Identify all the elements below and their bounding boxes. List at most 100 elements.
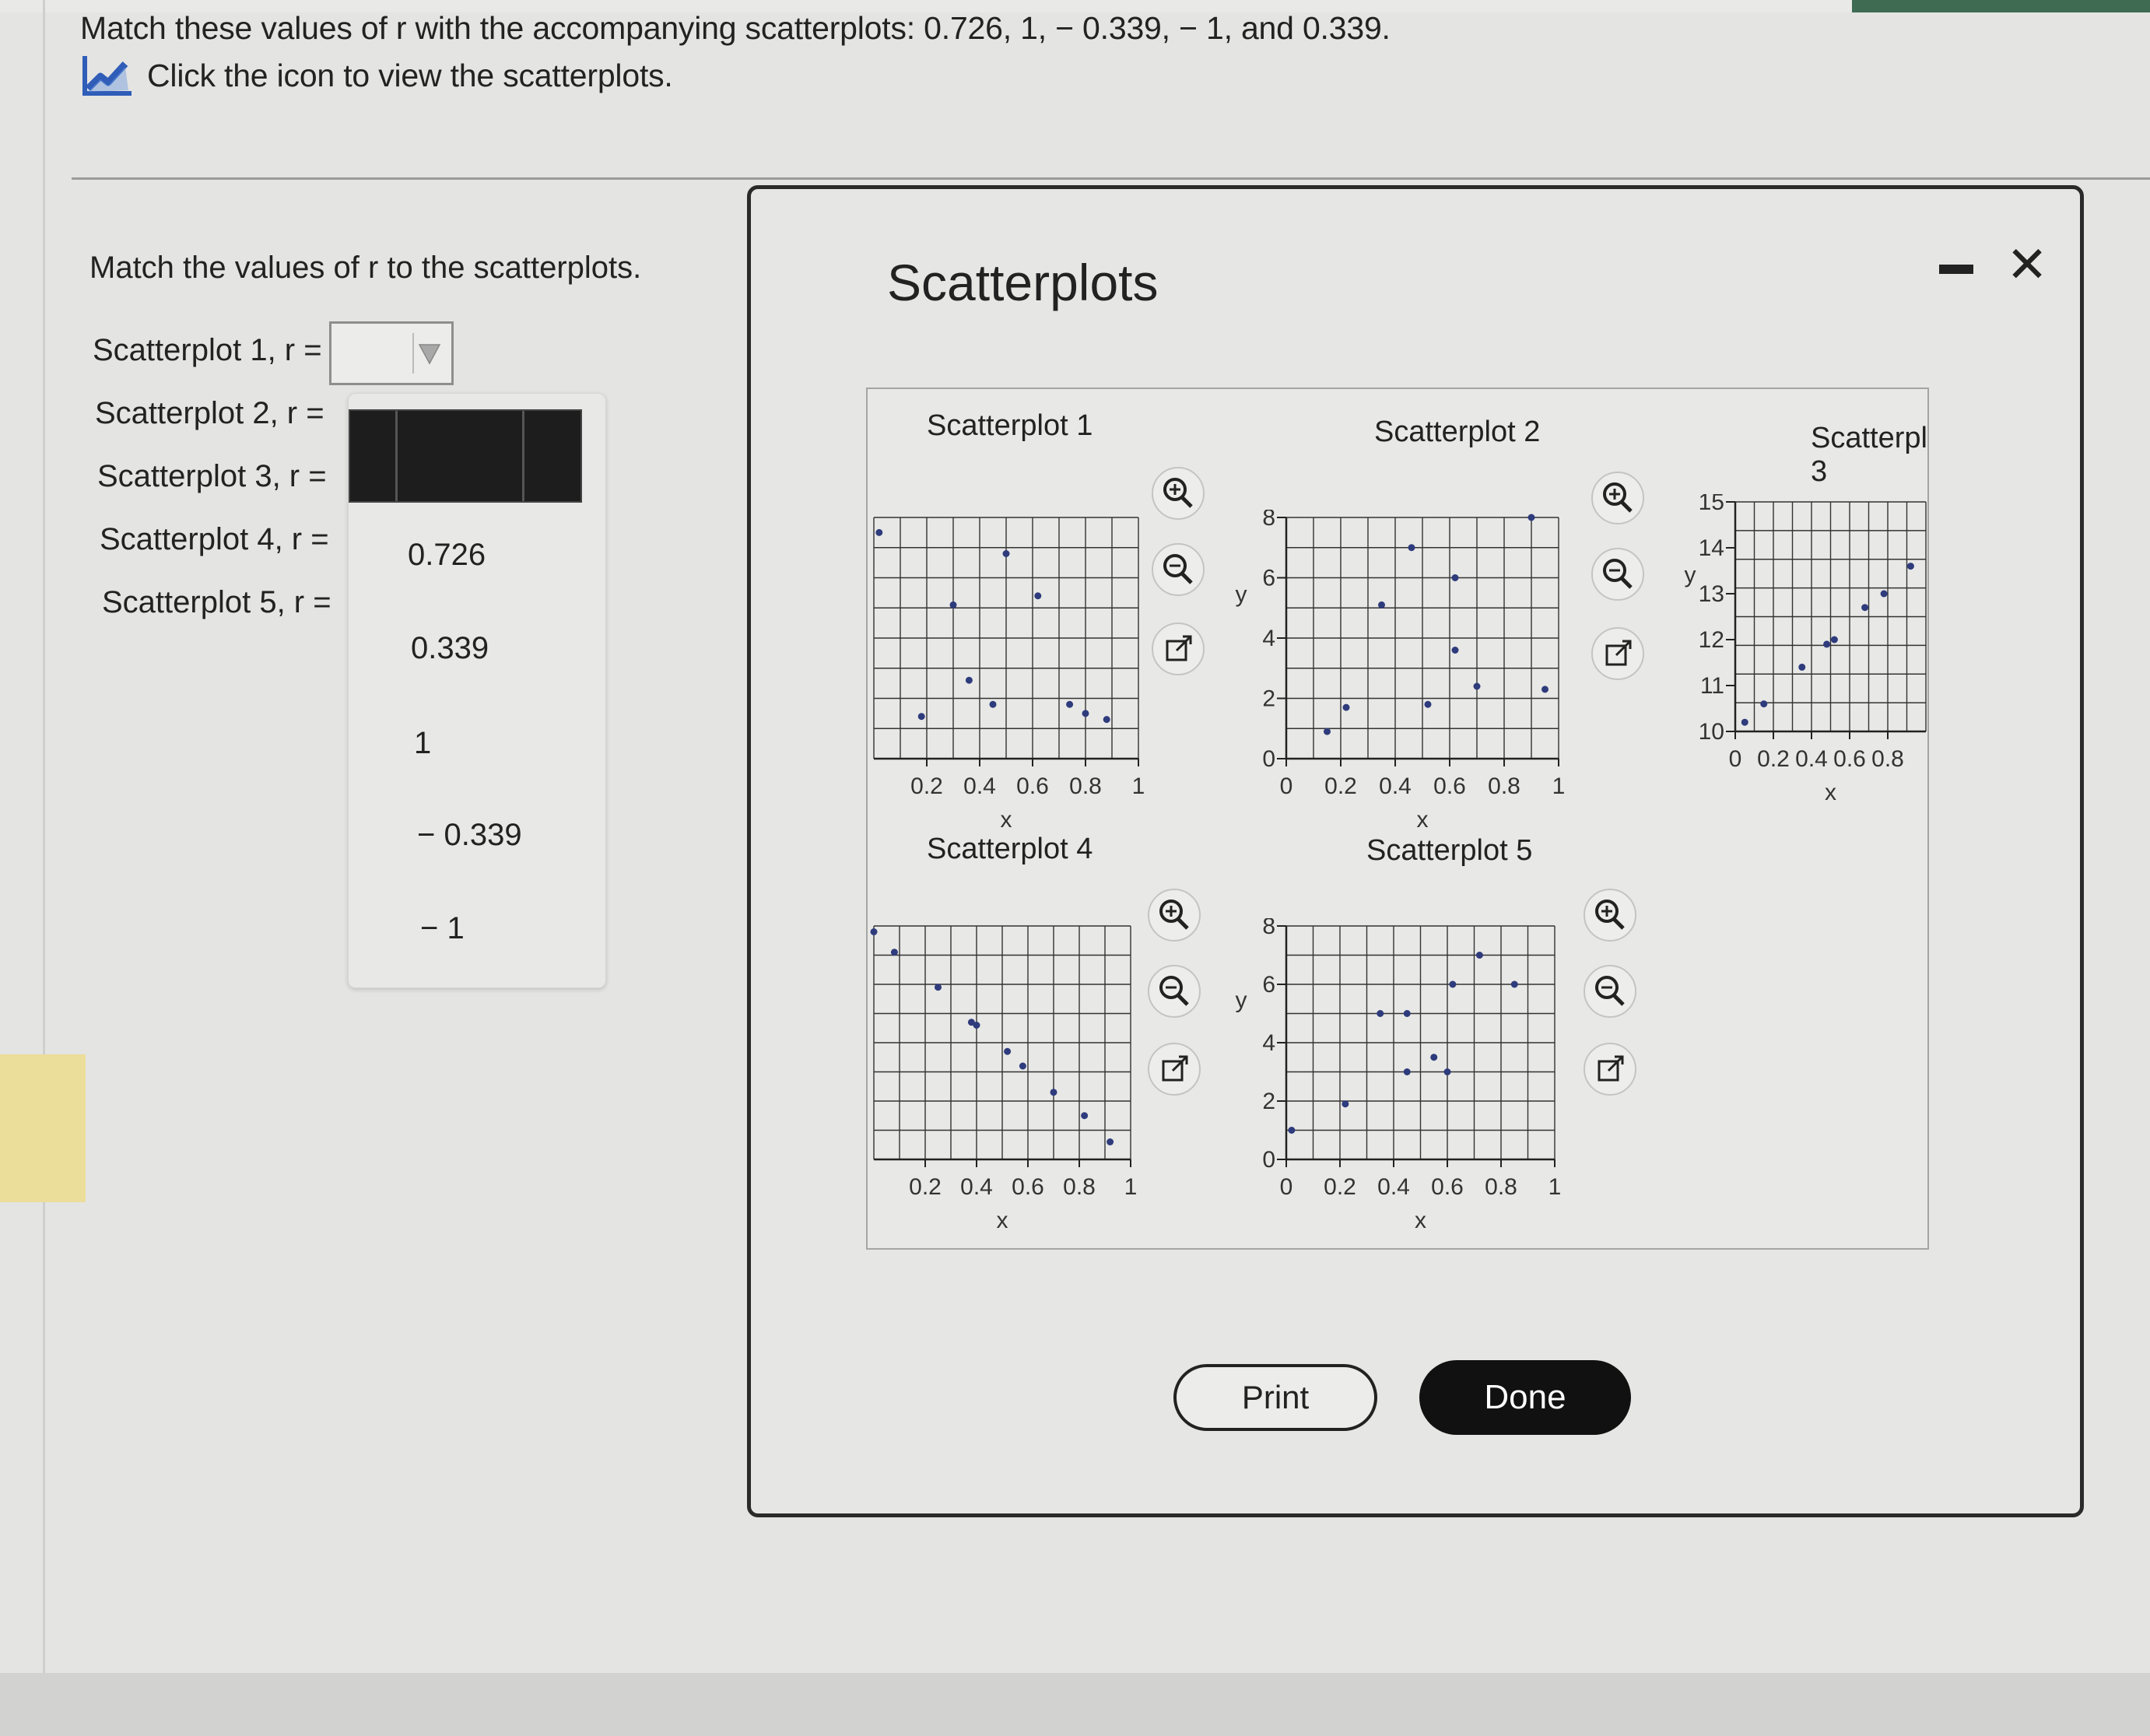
y-tick-label: 4 bbox=[1262, 626, 1275, 651]
row-label-5: Scatterplot 5, r = bbox=[102, 585, 331, 619]
scatterplot-link[interactable]: Click the icon to view the scatterplots. bbox=[80, 53, 1391, 98]
data-point bbox=[1741, 718, 1748, 726]
zoom-out-icon[interactable] bbox=[1146, 963, 1202, 1019]
menu-option-1[interactable]: 1 bbox=[414, 726, 431, 761]
x-tick-label: 0.8 bbox=[1485, 1174, 1517, 1200]
y-tick-label: 6 bbox=[1262, 566, 1275, 591]
zoom-in-icon[interactable] bbox=[1146, 887, 1202, 943]
x-tick-label: 0.2 bbox=[1757, 746, 1790, 772]
question-prompt: Match these values of r with the accompa… bbox=[80, 10, 1391, 46]
x-tick-label: 0.4 bbox=[963, 773, 996, 799]
data-point bbox=[1760, 700, 1768, 708]
left-rule bbox=[43, 0, 45, 1736]
minimize-icon[interactable] bbox=[1939, 265, 1973, 274]
menu-option-0726[interactable]: 0.726 bbox=[408, 538, 486, 573]
zoom-in-icon[interactable] bbox=[1582, 887, 1638, 943]
chart-link-icon[interactable] bbox=[80, 53, 135, 98]
popout-icon[interactable] bbox=[1150, 621, 1206, 677]
x-axis-label: x bbox=[1825, 780, 1836, 805]
data-point bbox=[965, 676, 973, 684]
x-tick-label: 0.8 bbox=[1069, 773, 1102, 799]
scatterplot-1-dropdown[interactable] bbox=[329, 321, 454, 385]
x-tick-label: 0.4 bbox=[1377, 1174, 1410, 1200]
y-tick-label: 11 bbox=[1700, 673, 1724, 699]
x-tick-label: 0.4 bbox=[1795, 746, 1828, 772]
x-axis-label: x bbox=[997, 1208, 1008, 1229]
menu-option-neg-0339[interactable]: − 0.339 bbox=[417, 818, 522, 853]
y-axis-label: y bbox=[1236, 582, 1247, 608]
zoom-in-icon[interactable] bbox=[1590, 470, 1646, 526]
data-point bbox=[1510, 980, 1518, 988]
data-point bbox=[1378, 601, 1385, 608]
row-label-4: Scatterplot 4, r = bbox=[100, 522, 329, 556]
popout-icon[interactable] bbox=[1146, 1041, 1202, 1097]
data-point bbox=[1403, 1068, 1411, 1075]
data-point bbox=[1798, 663, 1806, 671]
data-point bbox=[870, 928, 878, 935]
data-point bbox=[1541, 686, 1548, 693]
data-point bbox=[1288, 1127, 1296, 1134]
data-point bbox=[1342, 703, 1350, 711]
y-tick-label: 0 bbox=[1262, 746, 1275, 772]
x-tick-label: 0.2 bbox=[910, 773, 943, 799]
y-tick-label: 4 bbox=[1262, 1030, 1275, 1056]
y-tick-label: 13 bbox=[1699, 581, 1724, 607]
data-point bbox=[1475, 952, 1483, 959]
data-point bbox=[1830, 636, 1838, 644]
data-point bbox=[1002, 550, 1010, 557]
zoom-in-icon[interactable] bbox=[1150, 465, 1206, 521]
data-point bbox=[1034, 592, 1042, 600]
print-button[interactable]: Print bbox=[1173, 1364, 1377, 1431]
menu-option-0339[interactable]: 0.339 bbox=[411, 631, 489, 666]
data-point bbox=[935, 984, 942, 991]
row-label-1: Scatterplot 1, r = bbox=[93, 333, 322, 367]
y-tick-label: 15 bbox=[1699, 494, 1724, 515]
popout-icon[interactable] bbox=[1582, 1041, 1638, 1097]
x-axis-label: x bbox=[1415, 1208, 1426, 1229]
done-button[interactable]: Done bbox=[1419, 1360, 1631, 1435]
plot-grid bbox=[1734, 501, 1927, 732]
zoom-out-icon[interactable] bbox=[1590, 546, 1646, 602]
scatterplot-3: 0 0.2 0.4 0.6 0.8 x 10 11 12 13 14 15 y bbox=[1685, 494, 1927, 805]
zoom-out-icon[interactable] bbox=[1150, 542, 1206, 598]
plot-grid bbox=[1285, 925, 1556, 1160]
data-point bbox=[1443, 1068, 1451, 1075]
menu-highlight[interactable] bbox=[349, 409, 582, 503]
dropdown-arrow[interactable] bbox=[412, 333, 445, 374]
y-axis-label: y bbox=[1236, 987, 1247, 1013]
data-point bbox=[1451, 647, 1459, 654]
y-tick-label: 8 bbox=[1262, 918, 1275, 939]
data-point bbox=[1082, 710, 1089, 717]
data-point bbox=[1451, 574, 1459, 581]
y-tick-label: 0 bbox=[1262, 1147, 1275, 1173]
x-tick-label: 1 bbox=[1548, 1174, 1562, 1200]
menu-option-neg-1[interactable]: − 1 bbox=[420, 911, 465, 946]
data-point bbox=[917, 713, 925, 721]
row-label-3: Scatterplot 3, r = bbox=[97, 459, 327, 493]
scatterplot-link-text[interactable]: Click the icon to view the scatterplots. bbox=[147, 55, 673, 96]
y-tick-label: 2 bbox=[1262, 1089, 1275, 1114]
data-point bbox=[890, 949, 898, 956]
data-point bbox=[1408, 544, 1415, 552]
x-tick-label: 0.6 bbox=[1012, 1174, 1044, 1200]
close-icon[interactable]: ✕ bbox=[2004, 240, 2050, 289]
popout-icon[interactable] bbox=[1590, 626, 1646, 682]
zoom-out-icon[interactable] bbox=[1582, 963, 1638, 1019]
data-point bbox=[1103, 716, 1110, 724]
data-point bbox=[1324, 728, 1331, 735]
y-tick-label: 6 bbox=[1262, 972, 1275, 998]
x-tick-label: 0.8 bbox=[1871, 746, 1904, 772]
x-tick-label: 1 bbox=[1132, 773, 1145, 799]
x-tick-label: 0.8 bbox=[1063, 1174, 1096, 1200]
data-point bbox=[1473, 682, 1481, 690]
dropdown-arrow-icon bbox=[418, 344, 441, 365]
data-point bbox=[1066, 700, 1074, 708]
data-point bbox=[949, 601, 957, 608]
x-tick-label: 0.4 bbox=[960, 1174, 993, 1200]
plot-title-5: Scatterplot 5 bbox=[1366, 834, 1533, 867]
side-highlight bbox=[0, 1054, 86, 1202]
x-tick-label: 0.4 bbox=[1379, 773, 1412, 799]
plot-title-3: Scatterplot 3 bbox=[1811, 422, 1927, 488]
data-point bbox=[1050, 1089, 1057, 1096]
x-tick-label: 0.6 bbox=[1433, 773, 1466, 799]
